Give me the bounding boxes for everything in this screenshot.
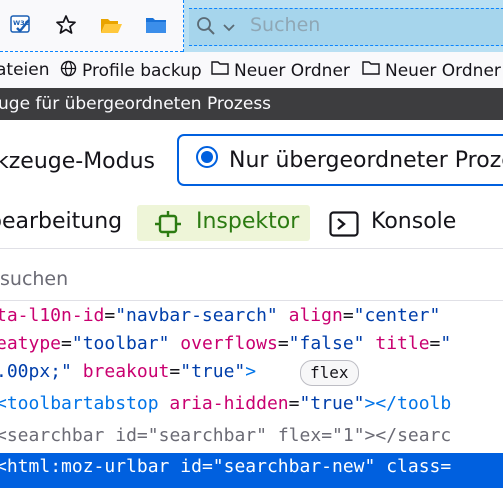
- tag-name: html:moz-urlbar: [6, 456, 170, 477]
- search-input[interactable]: Suchen: [250, 14, 320, 36]
- attr-value: "false": [288, 333, 365, 354]
- attr-value: "searchbar": [147, 425, 267, 446]
- attr-value: ": [440, 333, 452, 354]
- bookmark-item-profile-backup[interactable]: Profile backup: [60, 60, 202, 82]
- radio-button-selected[interactable]: [196, 146, 218, 168]
- tag-name: searchbar: [6, 425, 105, 446]
- window-title: uge für übergeordneten Prozess: [0, 94, 272, 114]
- folder-icon: [362, 60, 380, 81]
- tag-name: toolbartabstop: [6, 393, 159, 414]
- attr-name: id: [115, 425, 137, 446]
- folder-open-icon[interactable]: [96, 10, 126, 40]
- console-icon: [329, 211, 359, 241]
- markup-line[interactable]: eatype="toolbar" overflows="false" title…: [0, 333, 451, 354]
- globe-icon: [60, 60, 77, 82]
- markup-search-input[interactable]: suchen: [0, 268, 68, 290]
- toolbox-mode-label: kzeuge-Modus: [0, 149, 156, 174]
- markup-line[interactable]: <toolbartabstop aria-hidden="true"></too…: [0, 393, 451, 414]
- attr-value: "searchbar-new": [212, 456, 376, 477]
- folder-icon[interactable]: [141, 10, 171, 40]
- attr-value: "true": [299, 393, 365, 414]
- attr-name: aria-hidden: [169, 393, 289, 414]
- attr-value: "center": [353, 305, 441, 326]
- w3c-validator-icon[interactable]: W3C: [6, 10, 36, 40]
- chevron-down-icon[interactable]: [222, 19, 236, 38]
- attr-name: flex: [277, 425, 322, 446]
- attr-name: id: [180, 456, 202, 477]
- attr-name: breakout: [82, 361, 170, 382]
- star-icon[interactable]: [51, 10, 81, 40]
- closing-tag: </toolb: [375, 393, 452, 414]
- markup-line[interactable]: ta-l10n-id="navbar-search" align="center…: [0, 305, 440, 326]
- bookmark-label: Neuer Ordner: [385, 60, 501, 81]
- tab-inspector-label: Inspektor: [196, 209, 300, 234]
- closing-tag: </searc: [375, 425, 452, 446]
- attr-value: "toolbar": [71, 333, 170, 354]
- bookmark-item[interactable]: ateien: [0, 60, 50, 80]
- bookmark-folder[interactable]: Neuer Ordner: [362, 60, 501, 81]
- bookmark-label: ateien: [0, 60, 50, 80]
- attr-name: eatype: [0, 333, 62, 354]
- search-box[interactable]: [189, 8, 503, 46]
- bookmark-label: Neuer Ordner: [234, 60, 350, 81]
- bookmarks-toolbar: ateien Profile backup Neuer Ordner Neuer…: [0, 52, 503, 89]
- attr-name: ta-l10n-id: [0, 305, 105, 326]
- divider: [0, 300, 503, 301]
- mode-option-label: Nur übergeordneter Proze: [229, 148, 503, 173]
- tab-style-editor[interactable]: bearbeitung: [0, 209, 122, 234]
- attr-value: .00px;": [0, 361, 72, 382]
- flex-badge[interactable]: flex: [300, 360, 359, 386]
- attr-value: "navbar-search": [115, 305, 278, 326]
- browser-toolbox-title-bar: uge für übergeordneten Prozess: [0, 88, 503, 120]
- tab-console[interactable]: Konsole: [371, 209, 456, 234]
- bookmark-label: Profile backup: [82, 61, 202, 81]
- attr-name: align: [288, 305, 343, 326]
- attr-name: class: [386, 456, 441, 477]
- markup-line-selected[interactable]: <html:moz-urlbar id="searchbar-new" clas…: [0, 453, 503, 488]
- bookmark-folder[interactable]: Neuer Ordner: [211, 60, 350, 81]
- inspector-icon: [153, 211, 183, 241]
- folder-icon: [211, 60, 229, 81]
- markup-line[interactable]: <searchbar id="searchbar" flex="1"></sea…: [0, 425, 451, 446]
- attr-name: title: [375, 333, 430, 354]
- attr-name: overflows: [180, 333, 278, 354]
- markup-line[interactable]: .00px;" breakout="true">: [0, 361, 256, 382]
- attr-value: "true": [180, 361, 246, 382]
- search-icon[interactable]: [196, 16, 216, 40]
- radio-dot-icon: [201, 151, 213, 163]
- attr-value: "1": [332, 425, 365, 446]
